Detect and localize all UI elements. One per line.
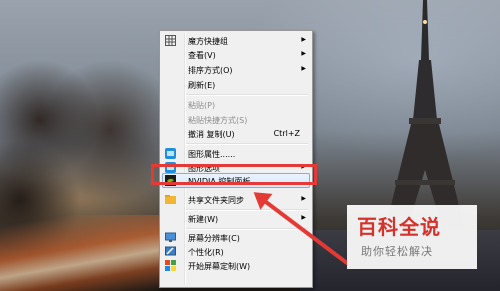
menu-item-magic-cube-shortcuts[interactable]: 魔方快捷组 ▶ xyxy=(162,34,310,47)
menu-item-view[interactable]: 查看(V) ▶ xyxy=(162,48,310,61)
menu-item-label: 开始屏幕定制(W) xyxy=(188,262,251,271)
menu-item-paste[interactable]: 粘贴(P) xyxy=(162,98,310,111)
menu-item-label: 图形属性...... xyxy=(188,150,236,159)
watermark-badge: 百科全说 助你轻松解决 xyxy=(347,205,477,269)
intel-graphics-icon xyxy=(165,148,176,159)
menu-separator xyxy=(186,209,308,211)
menu-item-label: 新建(W) xyxy=(188,215,219,224)
menu-item-label: 粘贴快捷方式(S) xyxy=(188,116,248,125)
start-screen-icon xyxy=(165,260,176,271)
submenu-arrow-icon: ▶ xyxy=(301,36,306,43)
desktop-context-menu: 魔方快捷组 ▶ 查看(V) ▶ 排序方式(O) ▶ 刷新(E) 粘贴(P) 粘贴… xyxy=(159,30,313,288)
menu-item-label: 屏幕分辨率(C) xyxy=(188,234,240,243)
menu-item-label: 粘贴(P) xyxy=(188,101,216,110)
menu-item-refresh[interactable]: 刷新(E) xyxy=(162,78,310,91)
watermark-subtitle: 助你轻松解决 xyxy=(361,245,433,258)
menu-separator xyxy=(186,143,308,145)
sync-folder-icon xyxy=(165,195,176,204)
grid-icon xyxy=(165,35,176,46)
submenu-arrow-icon: ▶ xyxy=(301,195,306,202)
menu-item-label: 查看(V) xyxy=(188,51,216,60)
menu-item-paste-shortcut[interactable]: 粘贴快捷方式(S) xyxy=(162,113,310,126)
submenu-arrow-icon: ▶ xyxy=(301,50,306,57)
annotation-highlight-box xyxy=(151,164,317,185)
menu-item-screen-resolution[interactable]: 屏幕分辨率(C) xyxy=(162,231,310,244)
menu-item-undo-copy[interactable]: 撤消 复制(U) Ctrl+Z xyxy=(162,127,310,140)
menu-item-label: 共享文件夹同步 xyxy=(188,196,244,205)
menu-item-start-screen-customize[interactable]: 开始屏幕定制(W) xyxy=(162,259,310,272)
watermark-title: 百科全说 xyxy=(357,215,441,239)
menu-item-label: 个性化(R) xyxy=(188,248,224,257)
menu-item-graphics-properties[interactable]: 图形属性...... xyxy=(162,147,310,160)
menu-item-label: 魔方快捷组 xyxy=(188,37,228,46)
menu-item-sort-by[interactable]: 排序方式(O) ▶ xyxy=(162,63,310,76)
menu-separator xyxy=(186,228,308,230)
menu-item-personalize[interactable]: 个性化(R) xyxy=(162,245,310,258)
personalize-icon xyxy=(165,246,176,256)
menu-separator xyxy=(186,94,308,96)
menu-item-label: 刷新(E) xyxy=(188,81,216,90)
menu-item-label: 撤消 复制(U) xyxy=(188,130,235,139)
menu-item-shared-folder-sync[interactable]: 共享文件夹同步 ▶ xyxy=(162,193,310,206)
menu-item-label: 排序方式(O) xyxy=(188,66,233,75)
submenu-arrow-icon: ▶ xyxy=(301,214,306,221)
submenu-arrow-icon: ▶ xyxy=(301,65,306,72)
display-icon xyxy=(165,232,176,242)
shortcut-label: Ctrl+Z xyxy=(273,129,300,138)
